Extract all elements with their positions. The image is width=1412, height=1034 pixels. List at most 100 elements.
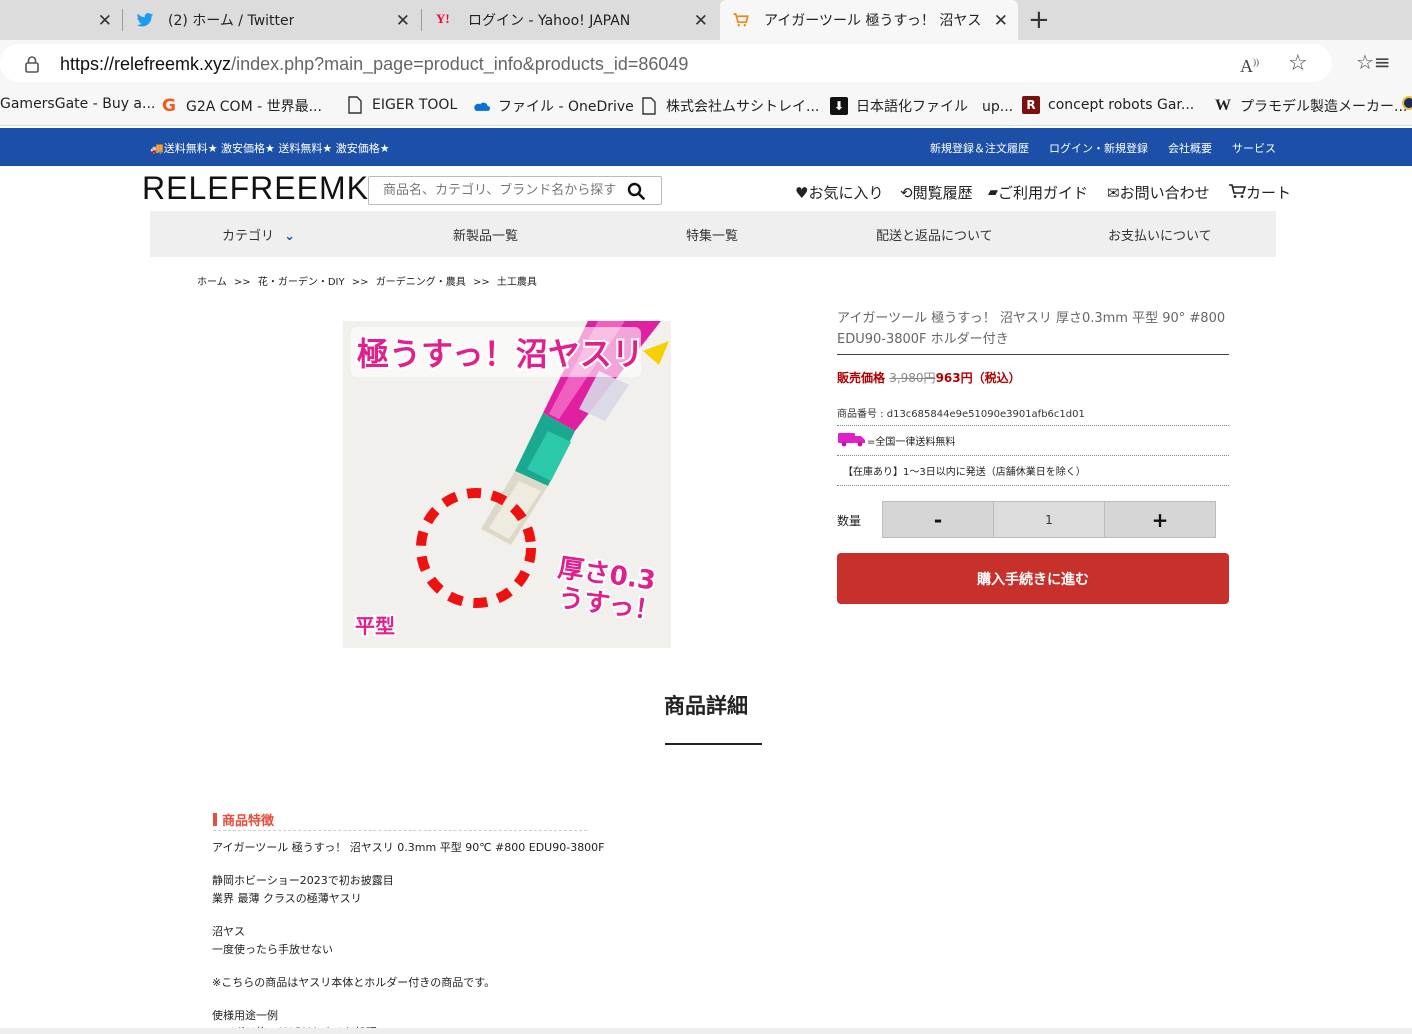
nav-features[interactable]: 特集一覧 (686, 225, 738, 244)
promo-text: 🚚送料無料★ 激安価格★ 送料無料★ 激安価格★ (150, 142, 390, 155)
nav-history[interactable]: ⟲ 閲覧履歴 (900, 182, 973, 203)
lock-icon[interactable] (24, 55, 40, 77)
details-heading-underline (665, 743, 762, 745)
bookmark-item[interactable]: 株式会社ムサシトレイ... (640, 96, 819, 116)
bookmarks-bar: GamersGate - Buy a... G G2A COM - 世界最... … (0, 88, 1412, 126)
tab-close-icon[interactable]: ✕ (98, 11, 112, 31)
browser-tab-twitter[interactable]: (2) ホーム / Twitter ✕ (124, 0, 420, 40)
toplink-service[interactable]: サービス (1232, 140, 1276, 156)
bookmark-item[interactable]: ファイル - OneDrive (472, 96, 634, 116)
browser-tab-strip: ✕ (2) ホーム / Twitter ✕ Y! ログイン - Yahoo! J… (0, 0, 1412, 40)
image-shape-label: 平型 (355, 614, 395, 638)
bookmark-item[interactable]: EIGER TOOL (346, 96, 457, 114)
browser-tab-active[interactable]: アイガーツール 極うすっ！ 沼ヤスリ 厚 ✕ (720, 0, 1018, 40)
breadcrumb-current[interactable]: 土工農具 (497, 277, 537, 288)
heart-icon: ♥ (795, 183, 809, 202)
sku-row: 商品番号 : d13c685844e9e51090e3901afb6c1d01 (837, 405, 1085, 420)
feature-divider (213, 830, 587, 831)
sparkle-mark (643, 341, 669, 365)
search-icon[interactable] (627, 182, 645, 204)
product-title: アイガーツール 極うすっ！ 沼ヤスリ 厚さ0.3mm 平型 90° #800 E… (837, 311, 1226, 347)
search-input[interactable] (369, 177, 619, 204)
robot-icon: R (1022, 96, 1040, 114)
breadcrumb-gardening[interactable]: ガーデニング・農具 (376, 277, 466, 288)
favorites-list-icon[interactable]: ☆≡ (1356, 50, 1391, 74)
nav-new-products[interactable]: 新製品一覧 (453, 225, 518, 244)
bookmark-item[interactable]: W プラモデル製造メーカー... (1214, 96, 1407, 116)
price-old: 3,980円 (889, 371, 936, 385)
sku-label: 商品番号 : (837, 409, 887, 420)
history-icon: ⟲ (900, 183, 913, 202)
breadcrumb-separator: >> (472, 277, 490, 288)
tab-close-icon[interactable]: ✕ (994, 11, 1008, 31)
description-line: ※こちらの商品はヤスリ本体とホルダー付きの商品です。 (212, 976, 496, 989)
browser-tab-yahoo[interactable]: Y! ログイン - Yahoo! JAPAN ✕ (424, 0, 718, 40)
bookmark-overflow-icon[interactable] (1402, 96, 1412, 110)
nav-contact[interactable]: ✉ お問い合わせ (1107, 182, 1210, 203)
top-links: 新規登録＆注文履歴 ログイン・新規登録 会社概要 サービス (930, 140, 1276, 156)
browser-toolbar: https://relefreemk.xyz/index.php?main_pa… (0, 40, 1412, 88)
description-line: 静岡ホビーショー2023で初お披露目 (212, 874, 394, 887)
breadcrumb-garden-diy[interactable]: 花・ガーデン・DIY (258, 277, 345, 288)
browser-tab[interactable]: ✕ (0, 0, 122, 40)
heading-bar-mark (213, 813, 217, 826)
breadcrumb: ホーム >> 花・ガーデン・DIY >> ガーデニング・農具 >> 土工農具 (197, 273, 541, 288)
nav-guide[interactable]: ▰ ご利用ガイド (988, 182, 1088, 203)
site-logo[interactable]: RELEFREEMK (142, 170, 369, 207)
nav-payment[interactable]: お支払いについて (1108, 225, 1212, 244)
nav-favorites[interactable]: ♥ お気に入り (795, 182, 883, 203)
quantity-input[interactable]: 1 (993, 502, 1105, 537)
search-box (368, 176, 662, 205)
tab-close-icon[interactable]: ✕ (694, 11, 708, 31)
price-new: 963円（税込） (935, 371, 1021, 385)
bookmark-item[interactable]: GamersGate - Buy a... (0, 96, 155, 112)
site-top-bar: 🚚送料無料★ 激安価格★ 送料無料★ 激安価格★ 新規登録＆注文履歴 ログイン・… (0, 128, 1412, 166)
bookmark-item[interactable]: G G2A COM - 世界最... (160, 96, 322, 116)
description-line: 業界 最薄 クラスの極薄ヤスリ (212, 892, 362, 905)
cart-icon (1228, 183, 1247, 203)
breadcrumb-separator: >> (233, 277, 251, 288)
breadcrumb-home[interactable]: ホーム (197, 277, 227, 288)
bookmark-item[interactable]: ⬇ 日本語化ファイル up... (830, 96, 1013, 116)
cart-favicon-icon (732, 11, 750, 29)
stock-status: 【在庫あり】1〜3日以内に発送（店舗休業日を除く） (843, 467, 1086, 478)
description-line: 沼ヤス (212, 925, 245, 938)
quantity-label: 数量 (837, 514, 862, 528)
toplink-login[interactable]: ログイン・新規登録 (1049, 140, 1148, 156)
nav-category-dropdown[interactable]: カテゴリ ⌄ (222, 225, 295, 244)
tab-separator (122, 9, 123, 31)
quantity-minus-button[interactable]: - (883, 502, 993, 537)
bookmark-item[interactable]: Rconcept robots Gar... (1022, 96, 1194, 114)
shipping-row: =全国一律送料無料 (837, 431, 955, 450)
new-tab-icon[interactable]: + (1028, 5, 1050, 35)
page-icon (346, 96, 364, 114)
url-text[interactable]: https://relefreemk.xyz/index.php?main_pa… (60, 54, 688, 75)
address-bar[interactable]: https://relefreemk.xyz/index.php?main_pa… (0, 44, 1332, 82)
toplink-register-history[interactable]: 新規登録＆注文履歴 (930, 140, 1029, 156)
wikipedia-icon: W (1215, 97, 1231, 114)
divider (837, 455, 1229, 456)
nav-cart[interactable]: カート (1228, 182, 1291, 203)
title-divider (837, 354, 1229, 355)
favorite-star-icon[interactable]: ☆ (1288, 51, 1308, 76)
book-icon: ▰ (988, 185, 998, 200)
read-aloud-icon[interactable]: A)) (1240, 56, 1259, 77)
truck-icon (837, 431, 867, 450)
quantity-plus-button[interactable]: + (1105, 502, 1215, 537)
toplink-company[interactable]: 会社概要 (1168, 140, 1212, 156)
price-label: 販売価格 (837, 371, 886, 385)
checkout-button[interactable]: 購入手続きに進む (837, 553, 1229, 604)
nav-shipping-returns[interactable]: 配送と返品について (876, 225, 993, 244)
description-line: アイガーツール 極うすっ！ 沼ヤスリ 0.3mm 平型 90℃ #800 EDU… (212, 841, 605, 854)
breadcrumb-separator: >> (351, 277, 369, 288)
sku-value: d13c685844e9e51090e3901afb6c1d01 (886, 409, 1085, 420)
description-line: 一度使ったら手放せない (212, 943, 333, 956)
product-image[interactable]: 極うすっ！沼ヤスリ 厚さ0.3 うすっ！ 平型 (343, 321, 671, 648)
divider (837, 485, 1229, 486)
tab-close-icon[interactable]: ✕ (396, 11, 410, 31)
quantity-stepper: - 1 + (882, 501, 1216, 538)
dashed-circle-mark (416, 488, 536, 608)
chevron-down-icon: ⌄ (284, 229, 296, 244)
page-icon (640, 97, 658, 115)
tab-separator (421, 9, 422, 31)
